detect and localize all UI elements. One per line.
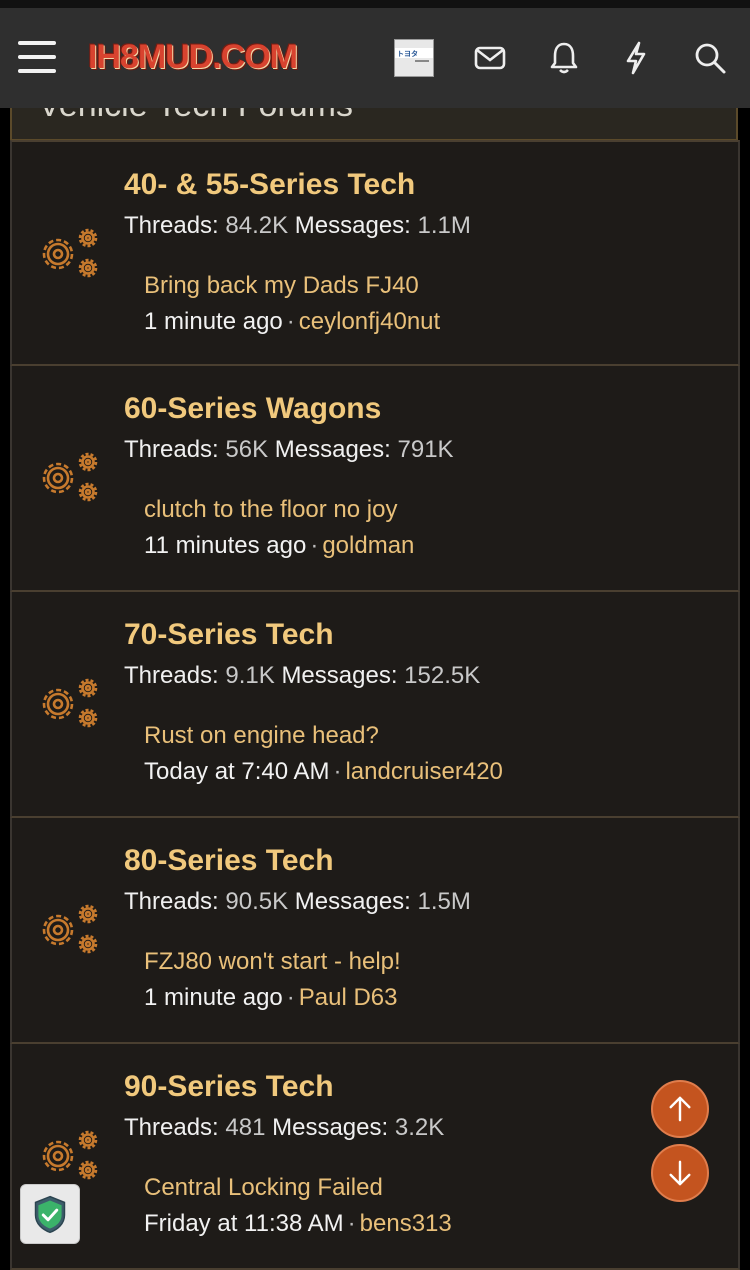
forum-node[interactable]: 40- & 55-Series Tech Threads: 84.2K Mess… xyxy=(10,140,740,366)
gears-icon xyxy=(34,676,104,732)
scroll-top-button[interactable] xyxy=(651,1080,709,1138)
shield-icon xyxy=(34,1195,66,1234)
menu-icon[interactable] xyxy=(18,41,56,75)
scroll-bottom-button[interactable] xyxy=(651,1144,709,1202)
threads-label: Threads: xyxy=(124,1114,219,1141)
messages-label: Messages: xyxy=(294,212,411,239)
messages-count: 791K xyxy=(397,436,454,463)
messages-label: Messages: xyxy=(274,436,391,463)
site-header: IH8MUD.COM トヨタ xyxy=(0,8,750,108)
forum-stats: Threads: 90.5K Messages: 1.5M xyxy=(124,888,471,916)
latest-time[interactable]: 11 minutes ago xyxy=(144,532,306,559)
bolt-icon[interactable] xyxy=(616,38,656,78)
messages-label: Messages: xyxy=(272,1114,389,1141)
messages-count: 1.5M xyxy=(417,888,471,915)
threads-label: Threads: xyxy=(124,888,219,915)
latest-thread-link[interactable]: clutch to the floor no joy xyxy=(144,496,397,524)
latest-meta: 11 minutes ago · goldman xyxy=(144,532,415,559)
threads-count: 56K xyxy=(225,436,269,463)
latest-meta: 1 minute ago · Paul D63 xyxy=(144,984,398,1011)
forum-stats: Threads: 56K Messages: 791K xyxy=(124,436,454,464)
gears-icon xyxy=(34,1128,104,1184)
latest-thread-link[interactable]: Central Locking Failed xyxy=(144,1174,383,1202)
threads-count: 481 xyxy=(225,1114,266,1141)
latest-time[interactable]: Friday at 11:38 AM xyxy=(144,1210,344,1237)
threads-label: Threads: xyxy=(124,436,219,463)
search-icon[interactable] xyxy=(690,38,730,78)
latest-thread-link[interactable]: FZJ80 won't start - help! xyxy=(144,948,401,976)
latest-user[interactable]: goldman xyxy=(322,532,414,559)
forum-title[interactable]: 40- & 55-Series Tech xyxy=(124,168,415,202)
arrow-up-icon xyxy=(669,1096,691,1122)
forum-node[interactable]: 80-Series Tech Threads: 90.5K Messages: … xyxy=(10,818,740,1044)
bell-icon[interactable] xyxy=(544,38,584,78)
forum-node[interactable]: 70-Series Tech Threads: 9.1K Messages: 1… xyxy=(10,592,740,818)
threads-count: 9.1K xyxy=(225,662,275,689)
latest-user[interactable]: bens313 xyxy=(360,1210,452,1237)
latest-user[interactable]: landcruiser420 xyxy=(345,758,502,785)
latest-time[interactable]: 1 minute ago xyxy=(144,984,283,1011)
avatar-text: トヨタ xyxy=(397,51,418,58)
threads-label: Threads: xyxy=(124,212,219,239)
forum-node[interactable]: 90-Series Tech Threads: 481 Messages: 3.… xyxy=(10,1044,740,1270)
mail-icon[interactable] xyxy=(470,38,510,78)
messages-count: 1.1M xyxy=(417,212,471,239)
gears-icon xyxy=(34,226,104,282)
gears-icon xyxy=(34,450,104,506)
latest-meta: Today at 7:40 AM · landcruiser420 xyxy=(144,758,503,785)
forum-title[interactable]: 90-Series Tech xyxy=(124,1070,334,1104)
messages-count: 152.5K xyxy=(404,662,481,689)
messages-label: Messages: xyxy=(294,888,411,915)
latest-thread-link[interactable]: Bring back my Dads FJ40 xyxy=(144,272,419,300)
forum-stats: Threads: 84.2K Messages: 1.1M xyxy=(124,212,471,240)
forum-title[interactable]: 80-Series Tech xyxy=(124,844,334,878)
threads-count: 90.5K xyxy=(225,888,289,915)
messages-label: Messages: xyxy=(281,662,398,689)
gears-icon xyxy=(34,902,104,958)
latest-meta: 1 minute ago · ceylonfj40nut xyxy=(144,308,441,335)
latest-user[interactable]: ceylonfj40nut xyxy=(299,308,440,335)
latest-user[interactable]: Paul D63 xyxy=(299,984,398,1011)
latest-meta: Friday at 11:38 AM · bens313 xyxy=(144,1210,452,1237)
site-logo[interactable]: IH8MUD.COM xyxy=(88,38,298,78)
threads-count: 84.2K xyxy=(225,212,289,239)
forum-node[interactable]: 60-Series Wagons Threads: 56K Messages: … xyxy=(10,366,740,592)
user-avatar[interactable]: トヨタ xyxy=(394,39,434,77)
forum-title[interactable]: 60-Series Wagons xyxy=(124,392,381,426)
forum-node-list: 40- & 55-Series Tech Threads: 84.2K Mess… xyxy=(10,140,740,1270)
latest-time[interactable]: 1 minute ago xyxy=(144,308,283,335)
forum-stats: Threads: 9.1K Messages: 152.5K xyxy=(124,662,480,690)
forum-stats: Threads: 481 Messages: 3.2K xyxy=(124,1114,444,1142)
threads-label: Threads: xyxy=(124,662,219,689)
messages-count: 3.2K xyxy=(394,1114,445,1141)
forum-title[interactable]: 70-Series Tech xyxy=(124,618,334,652)
latest-thread-link[interactable]: Rust on engine head? xyxy=(144,722,379,750)
top-strip xyxy=(0,0,750,8)
security-badge[interactable] xyxy=(20,1184,80,1244)
latest-time[interactable]: Today at 7:40 AM xyxy=(144,758,329,785)
arrow-down-icon xyxy=(669,1160,691,1186)
